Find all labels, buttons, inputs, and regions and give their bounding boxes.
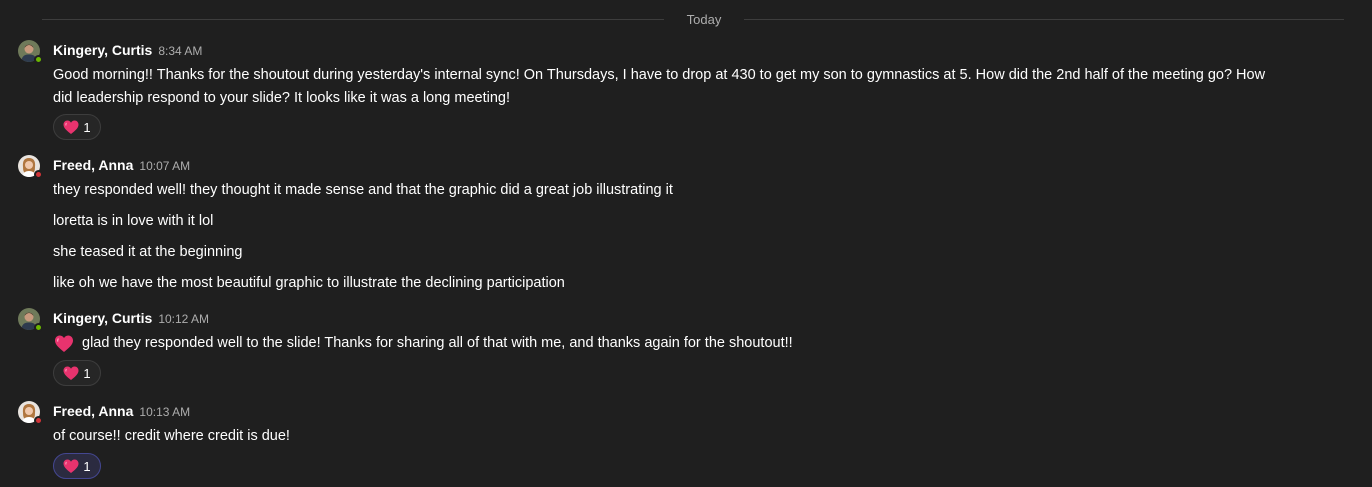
divider-line-left bbox=[42, 19, 664, 20]
message-timestamp: 10:07 AM bbox=[139, 159, 191, 173]
date-divider: Today bbox=[0, 10, 1372, 30]
presence-available-icon bbox=[34, 323, 43, 332]
author-name[interactable]: Freed, Anna bbox=[53, 157, 133, 173]
message-timestamp: 10:12 AM bbox=[158, 312, 210, 326]
date-divider-label: Today bbox=[686, 12, 722, 27]
message-timestamp: 8:34 AM bbox=[158, 44, 203, 58]
heart-reaction-button[interactable]: 1 bbox=[53, 360, 101, 386]
message-text-line: of course!! credit where credit is due! bbox=[53, 428, 290, 444]
heart-emoji-icon bbox=[55, 335, 73, 352]
divider-line-right bbox=[744, 19, 1344, 20]
reaction-count: 1 bbox=[83, 119, 91, 135]
reaction-count: 1 bbox=[83, 365, 91, 381]
presence-busy-icon bbox=[34, 170, 43, 179]
message-text-line: loretta is in love with it lol bbox=[53, 213, 214, 229]
message-timestamp: 10:13 AM bbox=[139, 405, 191, 419]
message-header: Kingery, Curtis 8:34 AM bbox=[53, 42, 202, 60]
avatar-kingery[interactable] bbox=[18, 40, 43, 64]
presence-available-icon bbox=[34, 55, 43, 64]
heart-reaction-button-selected[interactable]: 1 bbox=[53, 453, 101, 479]
avatar-freed[interactable] bbox=[18, 155, 43, 179]
author-name[interactable]: Kingery, Curtis bbox=[53, 310, 152, 326]
message-text-line: like oh we have the most beautiful graph… bbox=[53, 275, 565, 291]
avatar-freed[interactable] bbox=[18, 401, 43, 425]
heart-icon bbox=[63, 366, 79, 380]
message-text-line: she teased it at the beginning bbox=[53, 244, 243, 260]
author-name[interactable]: Freed, Anna bbox=[53, 403, 133, 419]
message-text-line: they responded well! they thought it mad… bbox=[53, 182, 673, 198]
heart-icon bbox=[63, 120, 79, 134]
message-text-line: did leadership respond to your slide? It… bbox=[53, 90, 511, 106]
heart-icon bbox=[63, 459, 79, 473]
reaction-count: 1 bbox=[83, 458, 91, 474]
avatar-kingery[interactable] bbox=[18, 308, 43, 332]
message-text-line: Good morning!! Thanks for the shoutout d… bbox=[53, 67, 1266, 83]
chat-thread: Today Kingery, Curtis 8:34 AM Good mornin… bbox=[0, 0, 1372, 487]
message-text-line: glad they responded well to the slide! T… bbox=[82, 335, 793, 351]
message-header: Kingery, Curtis 10:12 AM bbox=[53, 310, 209, 328]
message-header: Freed, Anna 10:13 AM bbox=[53, 403, 190, 421]
presence-busy-icon bbox=[34, 416, 43, 425]
author-name[interactable]: Kingery, Curtis bbox=[53, 42, 152, 58]
message-header: Freed, Anna 10:07 AM bbox=[53, 157, 190, 175]
heart-reaction-button[interactable]: 1 bbox=[53, 114, 101, 140]
